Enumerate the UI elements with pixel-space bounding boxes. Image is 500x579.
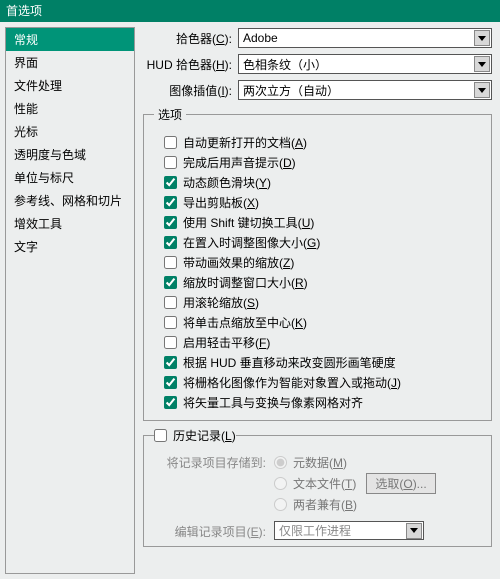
history-radio-label: 两者兼有(B)	[293, 496, 357, 513]
option-label: 带动画效果的缩放(Z)	[183, 254, 294, 271]
history-choose-button[interactable]: 选取(O)...	[366, 473, 435, 494]
option-checkbox[interactable]	[164, 216, 177, 229]
options-legend: 选项	[154, 106, 186, 123]
history-edit-combo[interactable]: 仅限工作进程	[274, 521, 424, 540]
option-row[interactable]: 自动更新打开的文档(A)	[164, 134, 481, 151]
option-row[interactable]: 完成后用声音提示(D)	[164, 154, 481, 171]
chevron-down-icon	[406, 523, 422, 539]
option-row[interactable]: 将栅格化图像作为智能对象置入或拖动(J)	[164, 374, 481, 391]
option-row[interactable]: 用滚轮缩放(S)	[164, 294, 481, 311]
history-radio[interactable]	[274, 498, 287, 511]
option-checkbox[interactable]	[164, 136, 177, 149]
option-checkbox[interactable]	[164, 376, 177, 389]
history-radio[interactable]	[274, 456, 287, 469]
history-radio[interactable]	[274, 477, 287, 490]
hud-picker-label: HUD 拾色器(H):	[143, 56, 238, 73]
sidebar-item[interactable]: 界面	[6, 51, 134, 74]
options-group: 选项 自动更新打开的文档(A) 完成后用声音提示(D) 动态颜色滑块(Y) 导出剪贴板…	[143, 106, 492, 421]
sidebar-item[interactable]: 文字	[6, 235, 134, 258]
history-enable-checkbox[interactable]	[154, 429, 167, 442]
option-row[interactable]: 使用 Shift 键切换工具(U)	[164, 214, 481, 231]
option-label: 用滚轮缩放(S)	[183, 294, 259, 311]
option-row[interactable]: 将单击点缩放至中心(K)	[164, 314, 481, 331]
sidebar-item[interactable]: 性能	[6, 97, 134, 120]
sidebar-item[interactable]: 光标	[6, 120, 134, 143]
option-label: 在置入时调整图像大小(G)	[183, 234, 320, 251]
sidebar-item[interactable]: 参考线、网格和切片	[6, 189, 134, 212]
history-enable-label: 历史记录(L)	[173, 427, 236, 444]
option-label: 根据 HUD 垂直移动来改变圆形画笔硬度	[183, 354, 396, 371]
option-checkbox[interactable]	[164, 356, 177, 369]
option-checkbox[interactable]	[164, 296, 177, 309]
sidebar-item[interactable]: 透明度与色域	[6, 143, 134, 166]
chevron-down-icon	[474, 82, 490, 98]
option-label: 将矢量工具与变换与像素网格对齐	[183, 394, 363, 411]
image-interp-label: 图像插值(I):	[143, 82, 238, 99]
category-sidebar: 常规界面文件处理性能光标透明度与色域单位与标尺参考线、网格和切片增效工具文字	[5, 27, 135, 574]
option-row[interactable]: 动态颜色滑块(Y)	[164, 174, 481, 191]
option-checkbox[interactable]	[164, 256, 177, 269]
sidebar-item[interactable]: 增效工具	[6, 212, 134, 235]
option-label: 自动更新打开的文档(A)	[183, 134, 307, 151]
option-label: 完成后用声音提示(D)	[183, 154, 296, 171]
option-row[interactable]: 根据 HUD 垂直移动来改变圆形画笔硬度	[164, 354, 481, 371]
option-checkbox[interactable]	[164, 316, 177, 329]
chevron-down-icon	[474, 56, 490, 72]
option-checkbox[interactable]	[164, 396, 177, 409]
option-label: 导出剪贴板(X)	[183, 194, 259, 211]
chevron-down-icon	[474, 30, 490, 46]
sidebar-item[interactable]: 文件处理	[6, 74, 134, 97]
history-group: 历史记录(L) 将记录项目存储到: 元数据(M) 文本文件(T) 选取(O)... 两…	[143, 427, 492, 547]
option-checkbox[interactable]	[164, 336, 177, 349]
option-label: 使用 Shift 键切换工具(U)	[183, 214, 314, 231]
history-radio-label: 元数据(M)	[293, 454, 347, 471]
option-label: 缩放时调整窗口大小(R)	[183, 274, 308, 291]
image-interp-combo[interactable]: 两次立方（自动）	[238, 80, 492, 100]
option-label: 启用轻击平移(F)	[183, 334, 270, 351]
option-checkbox[interactable]	[164, 196, 177, 209]
option-row[interactable]: 启用轻击平移(F)	[164, 334, 481, 351]
option-row[interactable]: 导出剪贴板(X)	[164, 194, 481, 211]
option-row[interactable]: 在置入时调整图像大小(G)	[164, 234, 481, 251]
option-label: 将栅格化图像作为智能对象置入或拖动(J)	[183, 374, 401, 391]
option-row[interactable]: 将矢量工具与变换与像素网格对齐	[164, 394, 481, 411]
option-checkbox[interactable]	[164, 176, 177, 189]
hud-picker-combo[interactable]: 色相条纹（小）	[238, 54, 492, 74]
option-row[interactable]: 带动画效果的缩放(Z)	[164, 254, 481, 271]
option-row[interactable]: 缩放时调整窗口大小(R)	[164, 274, 481, 291]
color-picker-combo[interactable]: Adobe	[238, 28, 492, 48]
history-radio-row[interactable]: 两者兼有(B)	[274, 496, 481, 513]
history-saveto-label: 将记录项目存储到:	[154, 452, 274, 515]
option-label: 将单击点缩放至中心(K)	[183, 314, 307, 331]
history-radio-row[interactable]: 文本文件(T) 选取(O)...	[274, 473, 481, 494]
option-label: 动态颜色滑块(Y)	[183, 174, 271, 191]
option-checkbox[interactable]	[164, 276, 177, 289]
color-picker-label: 拾色器(C):	[143, 30, 238, 47]
option-checkbox[interactable]	[164, 236, 177, 249]
history-radio-row[interactable]: 元数据(M)	[274, 454, 481, 471]
option-checkbox[interactable]	[164, 156, 177, 169]
window-title: 首选项	[0, 0, 500, 22]
history-radio-label: 文本文件(T)	[293, 475, 356, 492]
main-panel: 拾色器(C): Adobe HUD 拾色器(H): 色相条纹（小） 图像插值(I…	[135, 22, 500, 579]
sidebar-item[interactable]: 常规	[6, 28, 134, 51]
sidebar-item[interactable]: 单位与标尺	[6, 166, 134, 189]
history-edit-label: 编辑记录项目(E):	[154, 521, 274, 540]
